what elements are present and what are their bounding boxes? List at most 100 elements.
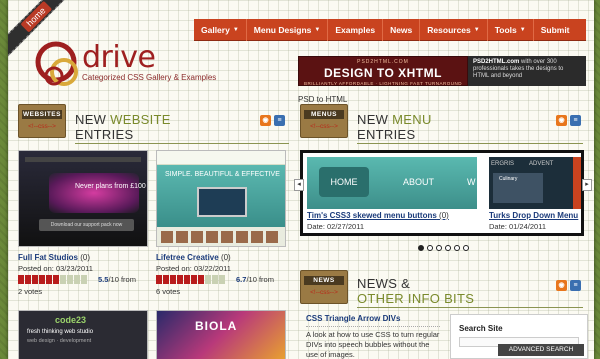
slide-dropdown: Culinary (493, 173, 543, 203)
thumb-glow (49, 173, 139, 213)
nav-examples[interactable]: Examples (328, 18, 384, 41)
rating-segment[interactable] (60, 275, 66, 284)
menus-tag-label: MENUS (304, 110, 344, 119)
slide-dropdown-label: Culinary (499, 176, 518, 182)
item-name[interactable]: Tim's CSS3 skewed menu buttons (307, 211, 437, 220)
rating-segment[interactable] (219, 275, 225, 284)
nav-submit[interactable]: Submit (534, 19, 577, 41)
carousel-next-arrow-icon[interactable]: ▸ (582, 179, 592, 191)
news-tag-label: NEWS (304, 276, 344, 285)
news-item-body: A look at how to use CSS to turn regular… (306, 330, 440, 359)
thumb-text: SIMPLE. BEAUTIFUL & EFFECTIVE (165, 171, 280, 178)
website-entry-title[interactable]: Lifetree Creative (0) (156, 253, 231, 262)
title-highlight: WEBSITE (110, 112, 171, 127)
rating-segment[interactable] (39, 275, 45, 284)
rating-segment[interactable] (46, 275, 52, 284)
rating-segment[interactable] (177, 275, 183, 284)
advanced-search-button[interactable]: ADVANCED SEARCH (498, 344, 584, 356)
title-line2: ENTRIES (75, 127, 134, 142)
rating-segment[interactable] (198, 275, 204, 284)
nav-label: Examples (335, 24, 376, 35)
nav-label: News (390, 24, 413, 35)
carousel-item-title[interactable]: Turks Drop Down Menu (489, 211, 578, 220)
carousel-dot[interactable] (463, 245, 469, 251)
rating-segment[interactable] (74, 275, 80, 284)
slide-text: ADVENT (529, 161, 554, 167)
rating-segment[interactable] (81, 275, 87, 284)
entry-posted: Posted on: 03/22/2011 (156, 264, 231, 273)
ad-sub: BRILLIANTLY AFFORDABLE · LIGHTNING FAST … (304, 81, 462, 86)
rss-icon[interactable]: ◉ (556, 280, 567, 291)
websites-tag-sub: <!--css--> (28, 123, 56, 130)
ad-banner-psd2html[interactable]: PSD2HTML.com with over 300 professionals… (468, 56, 586, 86)
carousel-item-date: Date: 01/24/2011 (489, 222, 546, 231)
nav-menu-designs[interactable]: Menu Designs ▼ (247, 18, 329, 41)
nav-label: Resources (427, 24, 471, 35)
nav-resources[interactable]: Resources ▼ (420, 18, 488, 41)
ad-banner-design-to-xhtml[interactable]: PSD2HTML.COM DESIGN TO XHTML BRILLIANTLY… (298, 56, 468, 86)
slide-text: ERGRIS (491, 161, 515, 167)
divider (75, 143, 289, 144)
slide-extra: W (467, 177, 476, 187)
site-logo[interactable]: drive Categorized CSS Gallery & Examples (34, 36, 216, 96)
entry-name[interactable]: Full Fat Studios (18, 253, 78, 262)
website-thumbnail-code23[interactable]: code23 fresh thinking web studio web des… (18, 310, 148, 359)
entry-name[interactable]: Lifetree Creative (156, 253, 219, 262)
title-prefix: NEW (357, 112, 393, 127)
rating-segment[interactable] (170, 275, 176, 284)
chevron-down-icon: ▼ (232, 27, 239, 34)
rating-segment[interactable] (32, 275, 38, 284)
chevron-down-icon: ▼ (519, 27, 526, 34)
rating-segment[interactable] (163, 275, 169, 284)
score-value: 5.5 (98, 275, 109, 284)
share-icon[interactable]: ≡ (570, 280, 581, 291)
home-ribbon-label[interactable]: home (20, 1, 52, 33)
rss-icon[interactable]: ◉ (260, 115, 271, 126)
share-icon[interactable]: ≡ (570, 115, 581, 126)
entry-votes: 2 votes (18, 287, 43, 296)
carousel-slide-turks-menu[interactable]: ERGRIS ADVENT Culinary (489, 157, 581, 209)
rating-segment[interactable] (191, 275, 197, 284)
rating-segment[interactable] (156, 275, 162, 284)
nav-news[interactable]: News (383, 18, 421, 41)
carousel-item-title[interactable]: Tim's CSS3 skewed menu buttons (0) (307, 211, 449, 220)
rating-segment[interactable] (25, 275, 31, 284)
carousel-dot[interactable] (454, 245, 460, 251)
rating-bar[interactable] (156, 275, 225, 284)
carousel-dot[interactable] (445, 245, 451, 251)
share-icon[interactable]: ≡ (274, 115, 285, 126)
rating-segment[interactable] (212, 275, 218, 284)
score-suffix: /10 from (246, 275, 274, 284)
carousel-dot[interactable] (427, 245, 433, 251)
rating-bar[interactable] (18, 275, 87, 284)
rating-segment[interactable] (184, 275, 190, 284)
rss-icon[interactable]: ◉ (556, 115, 567, 126)
rating-segment[interactable] (205, 275, 211, 284)
rating-segment[interactable] (18, 275, 24, 284)
menus-tag-sub: <!--css--> (310, 123, 338, 130)
website-entry-title[interactable]: Full Fat Studios (0) (18, 253, 90, 262)
item-name[interactable]: Turks Drop Down Menu (489, 211, 578, 220)
ad-caption[interactable]: PSD to HTML (298, 95, 347, 104)
ad-headline: DESIGN TO XHTML (324, 66, 442, 80)
carousel-dot[interactable] (436, 245, 442, 251)
news-item-title[interactable]: CSS Triangle Arrow DIVs (306, 314, 440, 327)
entry-count: (0) (220, 253, 231, 262)
rating-segment[interactable] (53, 275, 59, 284)
title-line2: ENTRIES (357, 127, 416, 142)
menus-section-title: NEW MENU ENTRIES (357, 112, 432, 142)
nav-tools[interactable]: Tools ▼ (488, 18, 534, 41)
entry-posted: Posted on: 03/23/2011 (18, 264, 93, 273)
website-thumbnail-full-fat[interactable]: Never plans from £100 Download our suppo… (18, 150, 148, 247)
news-tag-sub: <!--css--> (310, 289, 338, 296)
thumb-text: fresh thinking web studio (27, 329, 94, 335)
website-thumbnail-lifetree[interactable]: SIMPLE. BEAUTIFUL & EFFECTIVE (156, 150, 286, 247)
thumb-screen (197, 187, 247, 217)
carousel-dot[interactable] (418, 245, 424, 251)
website-thumbnail-biola[interactable]: BIOLA (156, 310, 286, 359)
carousel-prev-arrow-icon[interactable]: ◂ (294, 179, 304, 191)
thumb-strip (161, 231, 281, 243)
rating-segment[interactable] (67, 275, 73, 284)
item-count: (0) (439, 211, 449, 220)
carousel-slide-skewed-menu[interactable]: HOME ABOUT W (307, 157, 477, 209)
